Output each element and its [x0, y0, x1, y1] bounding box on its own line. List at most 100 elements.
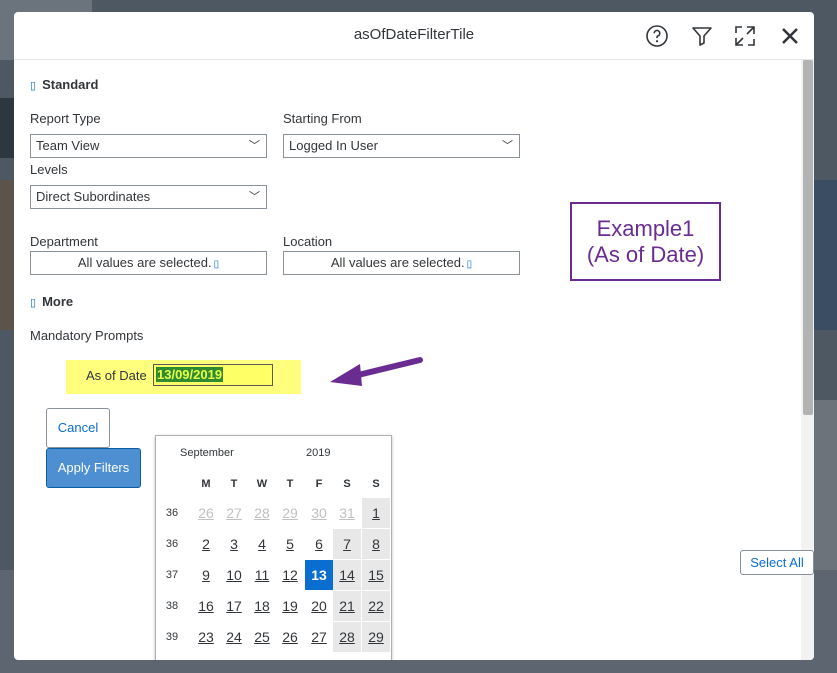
- calendar-day[interactable]: 21: [333, 591, 361, 621]
- background-panel: [814, 180, 837, 330]
- department-selector[interactable]: All values are selected. ▯: [30, 251, 267, 275]
- chevron-down-icon: ﹀: [249, 191, 260, 203]
- calendar-day[interactable]: 3: [220, 529, 248, 559]
- calendar-day[interactable]: 25: [248, 622, 276, 652]
- scrollbar-thumb[interactable]: [803, 60, 813, 415]
- calendar-year-button[interactable]: 2019: [306, 447, 330, 459]
- calendar-day[interactable]: 9: [192, 560, 220, 590]
- annotation-line-2: (As of Date): [586, 242, 705, 267]
- chevron-down-icon: ﹀: [249, 140, 260, 152]
- collapse-icon: ▯: [30, 297, 37, 309]
- apply-filters-button[interactable]: Apply Filters: [46, 448, 141, 488]
- section-standard-toggle[interactable]: ▯ Standard: [30, 77, 98, 92]
- week-number: 36: [165, 507, 179, 519]
- calendar-day[interactable]: 22: [362, 591, 390, 621]
- calendar-day[interactable]: 28: [333, 622, 361, 652]
- calendar-day[interactable]: 4: [248, 529, 276, 559]
- weekday-header: T: [286, 478, 294, 490]
- levels-label: Levels: [30, 162, 68, 177]
- calendar-day[interactable]: 18: [248, 591, 276, 621]
- collapse-icon: ▯: [30, 80, 37, 92]
- calendar-day[interactable]: 2: [192, 529, 220, 559]
- levels-select[interactable]: Direct Subordinates ﹀: [30, 185, 267, 209]
- as-of-date-input[interactable]: 13/09/2019: [153, 364, 273, 386]
- weekday-header: S: [343, 478, 351, 490]
- calendar-day[interactable]: 31: [333, 498, 361, 528]
- as-of-date-value: 13/09/2019: [156, 367, 224, 382]
- department-value: All values are selected.: [77, 255, 212, 270]
- calendar-day[interactable]: 10: [220, 560, 248, 590]
- section-more-label: More: [42, 294, 74, 309]
- calendar-day[interactable]: 19: [276, 591, 304, 621]
- calendar-day[interactable]: 7: [333, 529, 361, 559]
- calendar-day[interactable]: 4: [305, 653, 333, 660]
- date-picker-calendar: September 2019 M T W T F S S 36 26 27 28 29 30 31 1 36 2…: [155, 435, 392, 660]
- location-selector[interactable]: All values are selected. ▯: [283, 251, 520, 275]
- calendar-day[interactable]: 23: [192, 622, 220, 652]
- calendar-day[interactable]: 30: [305, 498, 333, 528]
- as-of-date-label: As of Date: [86, 368, 147, 383]
- calendar-day[interactable]: 5: [333, 653, 361, 660]
- calendar-day[interactable]: 1: [220, 653, 248, 660]
- calendar-day[interactable]: 29: [276, 498, 304, 528]
- annotation-box: Example1 (As of Date): [570, 202, 721, 281]
- calendar-day[interactable]: 26: [276, 622, 304, 652]
- week-number: 39: [165, 631, 179, 643]
- calendar-day[interactable]: 13: [305, 560, 333, 590]
- calendar-day[interactable]: 20: [305, 591, 333, 621]
- select-all-button[interactable]: Select All: [740, 550, 814, 575]
- calendar-day[interactable]: 1: [362, 498, 390, 528]
- calendar-day[interactable]: 3: [276, 653, 304, 660]
- calendar-day[interactable]: 6: [362, 653, 390, 660]
- calendar-day[interactable]: 29: [362, 622, 390, 652]
- filter-icon[interactable]: [690, 24, 714, 48]
- help-icon[interactable]: [645, 24, 669, 48]
- value-help-icon: ▯: [213, 259, 220, 270]
- calendar-day[interactable]: 30: [192, 653, 220, 660]
- calendar-day[interactable]: 28: [248, 498, 276, 528]
- weekday-header: M: [201, 478, 211, 490]
- weekday-header: T: [230, 478, 238, 490]
- value-help-icon: ▯: [466, 259, 473, 270]
- location-value: All values are selected.: [330, 255, 465, 270]
- starting-from-select[interactable]: Logged In User ﹀: [283, 134, 520, 158]
- close-icon[interactable]: [778, 24, 802, 48]
- calendar-day[interactable]: 5: [276, 529, 304, 559]
- weekday-header: W: [256, 478, 268, 490]
- calendar-day[interactable]: 15: [362, 560, 390, 590]
- calendar-day[interactable]: 17: [220, 591, 248, 621]
- department-label: Department: [30, 234, 98, 249]
- calendar-day[interactable]: 27: [305, 622, 333, 652]
- cancel-button[interactable]: Cancel: [46, 408, 110, 448]
- calendar-day[interactable]: 8: [362, 529, 390, 559]
- levels-value: Direct Subordinates: [36, 189, 151, 204]
- calendar-day[interactable]: 24: [220, 622, 248, 652]
- location-label: Location: [283, 234, 333, 249]
- report-type-select[interactable]: Team View ﹀: [30, 134, 267, 158]
- background-panel: [0, 180, 14, 330]
- section-standard-label: Standard: [42, 77, 99, 92]
- dialog-header: asOfDateFilterTile: [14, 12, 814, 60]
- calendar-day[interactable]: 2: [248, 653, 276, 660]
- background-panel: [814, 400, 837, 570]
- section-more-toggle[interactable]: ▯ More: [30, 294, 73, 309]
- calendar-day[interactable]: 26: [192, 498, 220, 528]
- calendar-day[interactable]: 27: [220, 498, 248, 528]
- expand-icon[interactable]: [733, 24, 757, 48]
- week-number: 37: [165, 569, 179, 581]
- report-type-value: Team View: [36, 138, 100, 153]
- calendar-day[interactable]: 16: [192, 591, 220, 621]
- background-panel: [0, 98, 14, 158]
- calendar-day[interactable]: 6: [305, 529, 333, 559]
- weekday-header: S: [372, 478, 380, 490]
- starting-from-label: Starting From: [283, 111, 362, 126]
- calendar-day[interactable]: 12: [276, 560, 304, 590]
- calendar-day[interactable]: 11: [248, 560, 276, 590]
- calendar-day[interactable]: 14: [333, 560, 361, 590]
- calendar-month-button[interactable]: September: [180, 447, 234, 459]
- chevron-down-icon: ﹀: [502, 140, 513, 152]
- mandatory-prompts-label: Mandatory Prompts: [30, 328, 144, 343]
- arrow-annotation-icon: [330, 357, 423, 386]
- filter-dialog: asOfDateFilterTile ▯ Standard Report Type…: [14, 12, 814, 660]
- dialog-content: ▯ Standard Report Type Team View ﹀ Starti…: [30, 62, 814, 660]
